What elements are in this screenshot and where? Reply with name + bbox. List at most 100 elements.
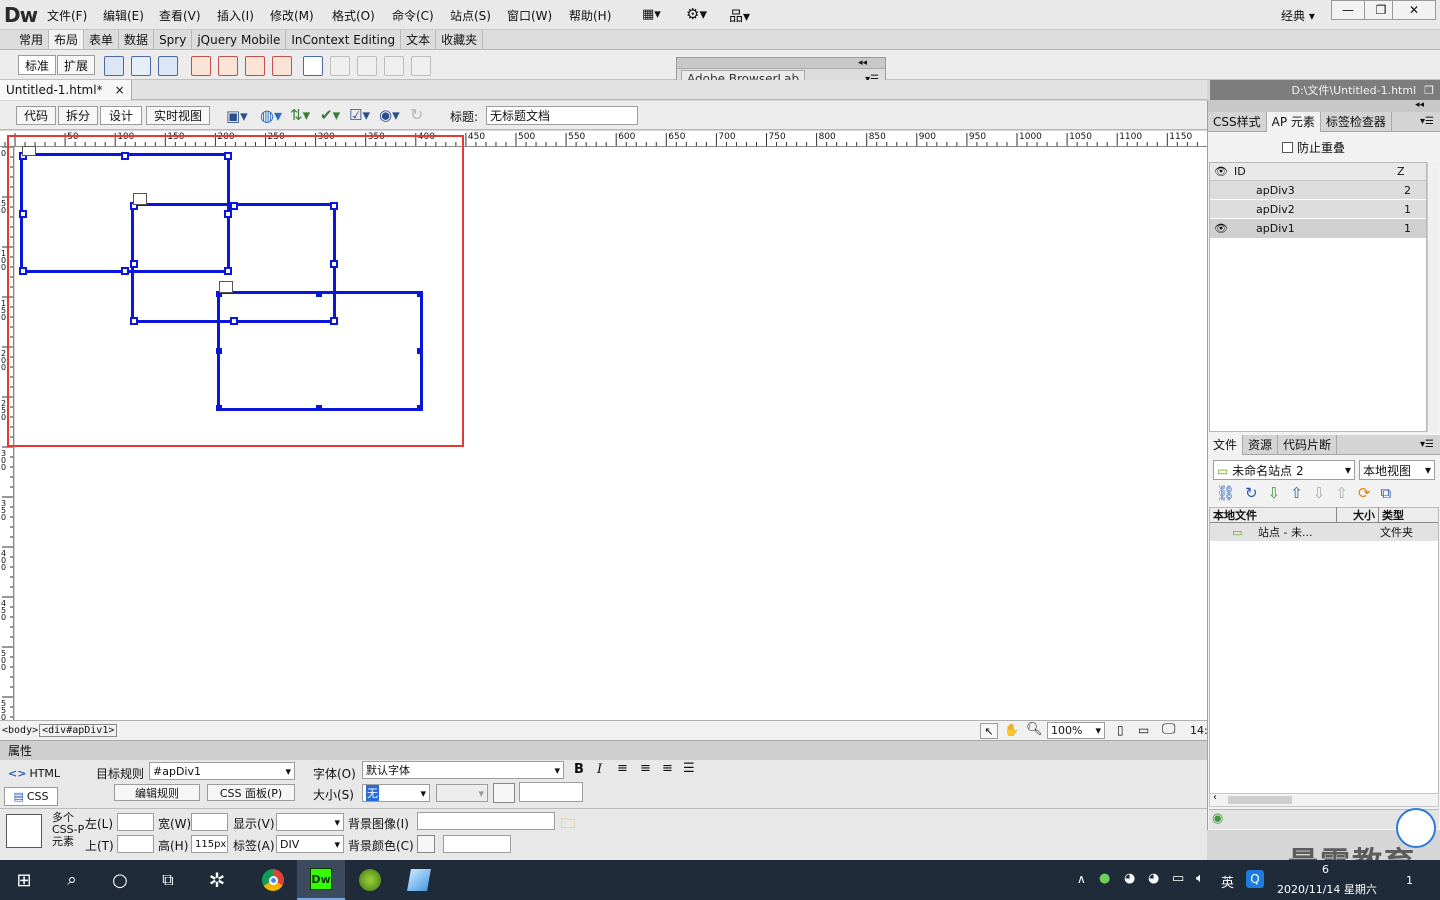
preview-browser-icon[interactable]: ◍▾ xyxy=(260,106,282,125)
tab-forms[interactable]: 表单 xyxy=(84,30,120,49)
pointer-tool-icon[interactable]: ↖ xyxy=(980,723,998,739)
document-tab[interactable]: Untitled-1.html* × xyxy=(0,79,132,100)
expand-icon[interactable]: ⧉ xyxy=(1381,484,1392,502)
visibility-select[interactable]: ▾ xyxy=(276,813,344,831)
menu-format[interactable]: 格式(O) xyxy=(332,7,375,24)
close-tab-icon[interactable]: × xyxy=(115,83,125,97)
file-management-icon[interactable]: ⇅▾ xyxy=(290,106,310,124)
visual-aids-icon[interactable]: ◉▾ xyxy=(379,106,400,124)
tab-spry[interactable]: Spry xyxy=(154,30,193,49)
insert-div-icon[interactable] xyxy=(104,56,124,76)
menu-edit[interactable]: 编辑(E) xyxy=(103,7,144,24)
ap-element-row[interactable]: 👁︎ apDiv1 1 xyxy=(1210,219,1426,238)
panel-options-icon[interactable]: ▾☰ xyxy=(1420,116,1434,127)
bg-color-swatch[interactable] xyxy=(417,835,435,853)
text-color-input[interactable] xyxy=(519,782,583,802)
media-app-icon[interactable] xyxy=(346,860,394,900)
tablet-size-icon[interactable]: ▭ xyxy=(1138,723,1149,737)
justify-icon[interactable]: ☰ xyxy=(683,761,695,776)
w3c-validation-icon[interactable]: ✔▾ xyxy=(320,106,340,124)
start-icon[interactable]: ⊞ xyxy=(0,860,48,900)
live-view-button[interactable]: 实时视图 xyxy=(146,106,210,125)
css-mode-button[interactable]: ▤ CSS xyxy=(4,787,58,806)
tab-ap-elements[interactable]: AP 元素 xyxy=(1266,111,1321,132)
prevent-overlap-checkbox[interactable] xyxy=(1282,142,1293,153)
ap-element-row[interactable]: apDiv3 2 xyxy=(1210,181,1426,200)
col-local-files[interactable]: 本地文件 xyxy=(1210,507,1337,523)
menu-commands[interactable]: 命令(C) xyxy=(392,7,434,24)
tab-css-styles[interactable]: CSS样式 xyxy=(1208,111,1267,132)
hand-tool-icon[interactable]: ✋ xyxy=(1004,723,1019,737)
left-input[interactable] xyxy=(117,813,154,831)
volume-icon[interactable]: 🔈︎ xyxy=(1196,871,1204,886)
height-input[interactable]: 115px xyxy=(191,835,228,853)
edit-rule-button[interactable]: 编辑规则 xyxy=(114,784,200,801)
tab-tag-inspector[interactable]: 标签检查器 xyxy=(1321,111,1392,132)
chrome-icon[interactable] xyxy=(249,860,297,900)
draw-ap-div-icon[interactable] xyxy=(131,56,151,76)
cortana-icon[interactable]: ○ xyxy=(96,860,144,900)
table-icon[interactable] xyxy=(303,56,323,76)
pinwheel-app-icon[interactable]: ✲ xyxy=(193,860,241,900)
layout-icon[interactable]: ▦▾ xyxy=(642,7,661,22)
col-type[interactable]: 类型 xyxy=(1379,507,1404,523)
minimize-button[interactable]: — xyxy=(1331,0,1365,20)
tab-data[interactable]: 数据 xyxy=(119,30,155,49)
scroll-thumb[interactable] xyxy=(1228,796,1292,804)
desktop-size-icon[interactable]: 🖵 xyxy=(1162,721,1176,737)
col-size[interactable]: 大小 xyxy=(1337,507,1379,523)
tab-jquery-mobile[interactable]: jQuery Mobile xyxy=(192,30,287,49)
panel-collapse-icon[interactable]: ◂◂ xyxy=(1208,100,1440,112)
phone-size-icon[interactable]: ▯ xyxy=(1117,723,1124,737)
spry-accordion-icon[interactable] xyxy=(245,56,265,76)
split-view-button[interactable]: 拆分 xyxy=(58,106,98,125)
tray-expand-icon[interactable]: ∧ xyxy=(1077,872,1086,886)
notification-count[interactable]: 1 xyxy=(1406,874,1413,887)
workspace-switcher[interactable]: 经典 ▾ xyxy=(1281,7,1315,24)
standard-mode-button[interactable]: 标准 xyxy=(18,55,56,75)
panel-options-icon[interactable]: ▾☰ xyxy=(1420,439,1434,450)
design-view-button[interactable]: 设计 xyxy=(100,106,142,125)
ap-list-scrollbar[interactable] xyxy=(1427,162,1439,432)
menu-insert[interactable]: 插入(I) xyxy=(217,7,254,24)
page-title-input[interactable]: 无标题文档 xyxy=(486,106,638,125)
spry-tabbed-icon[interactable] xyxy=(218,56,238,76)
css-panel-button[interactable]: CSS 面板(P) xyxy=(207,784,295,801)
tab-common[interactable]: 常用 xyxy=(14,30,50,49)
qq-icon-2[interactable]: ◕ xyxy=(1148,871,1159,886)
tab-assets[interactable]: 资源 xyxy=(1243,434,1279,455)
align-right-icon[interactable]: ≡ xyxy=(662,761,673,776)
restore-icon[interactable]: ❐ xyxy=(1424,84,1434,97)
bold-button[interactable]: B xyxy=(574,762,584,777)
log-icon[interactable]: ◉ xyxy=(1212,811,1223,826)
code-view-button[interactable]: 代码 xyxy=(16,106,56,125)
zoom-select[interactable]: 100% ▾ xyxy=(1047,722,1105,739)
network-icon[interactable]: ▭ xyxy=(1172,871,1184,886)
multiscreen-icon[interactable]: ▣▾ xyxy=(226,107,248,125)
ime-indicator[interactable]: 英 xyxy=(1221,872,1234,891)
align-center-icon[interactable]: ≡ xyxy=(640,761,651,776)
scroll-left-icon[interactable]: ‹ xyxy=(1213,792,1217,803)
get-files-icon[interactable]: ⇩ xyxy=(1268,484,1281,502)
view-select[interactable]: 本地视图 ▾ xyxy=(1359,460,1435,480)
menu-window[interactable]: 窗口(W) xyxy=(507,7,552,24)
connect-icon[interactable]: ⛓ xyxy=(1216,484,1235,502)
search-icon[interactable]: ⌕ xyxy=(48,860,96,900)
site-select[interactable]: ▭ 未命名站点 2 ▾ xyxy=(1213,460,1355,480)
close-button[interactable]: ✕ xyxy=(1392,0,1436,20)
qq-input-icon[interactable]: Q xyxy=(1246,870,1264,888)
tab-layout[interactable]: 布局 xyxy=(49,30,85,49)
tag-body[interactable]: <body> xyxy=(2,725,38,736)
notes-app-icon[interactable] xyxy=(395,860,443,900)
task-view-icon[interactable]: ⧉ xyxy=(144,860,192,900)
tab-favorites[interactable]: 收藏夹 xyxy=(436,30,484,49)
tag-select[interactable]: DIV ▾ xyxy=(276,835,344,853)
menu-site[interactable]: 站点(S) xyxy=(450,7,491,24)
menu-modify[interactable]: 修改(M) xyxy=(270,7,314,24)
font-select[interactable]: 默认字体 ▾ xyxy=(362,761,564,779)
tag-apdiv1[interactable]: <div#apDiv1> xyxy=(39,724,118,737)
folder-icon[interactable]: 🗀 xyxy=(561,813,575,837)
check-browser-icon[interactable]: ☑▾ xyxy=(349,106,370,124)
prevent-overlap[interactable]: 防止重叠 xyxy=(1282,139,1345,156)
html-mode-button[interactable]: <> HTML xyxy=(8,767,60,780)
